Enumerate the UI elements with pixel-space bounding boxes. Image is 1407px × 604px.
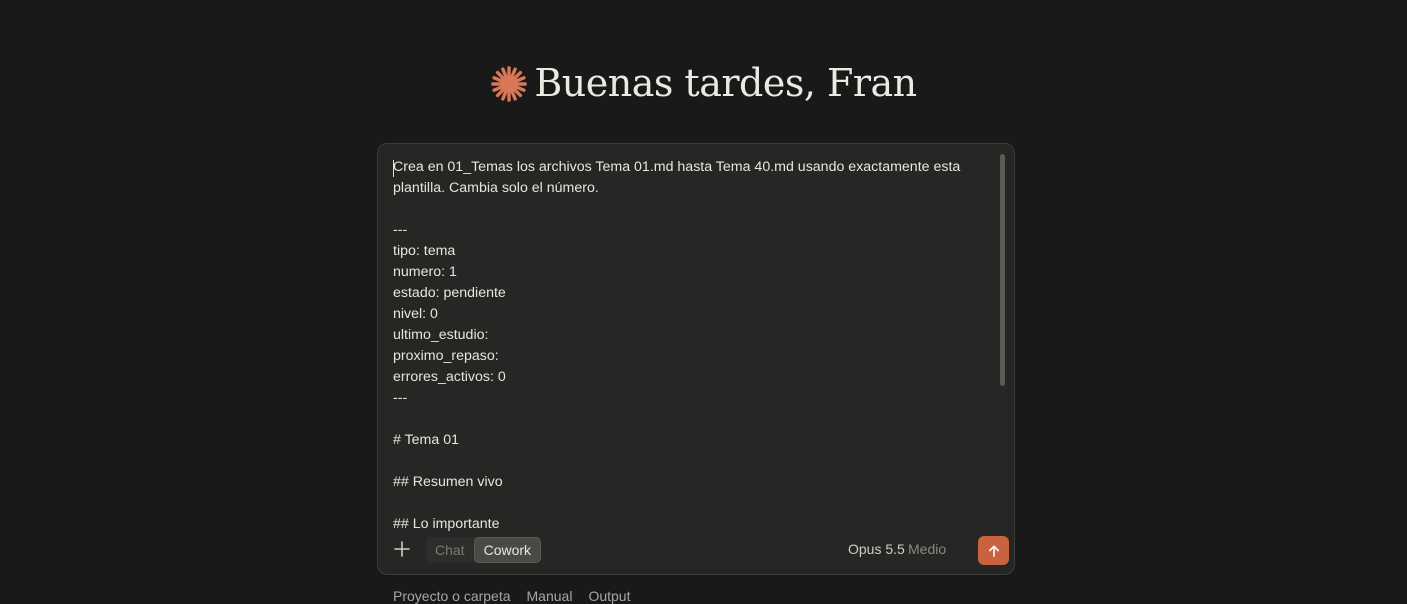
mode-chat-button[interactable]: Chat bbox=[426, 537, 474, 563]
sparkle-icon bbox=[491, 66, 528, 102]
prompt-scrollbar[interactable] bbox=[1000, 154, 1005, 386]
greeting-title: Buenas tardes, Fran bbox=[534, 61, 917, 105]
mode-cowork-button[interactable]: Cowork bbox=[473, 537, 542, 563]
composer-toolbar: Chat Cowork Opus 5.5 Medio bbox=[378, 536, 1014, 565]
greeting-header: Buenas tardes, Fran bbox=[0, 58, 1407, 108]
text-caret bbox=[393, 160, 394, 177]
effort-selector[interactable]: Medio bbox=[908, 541, 946, 557]
mode-toggle: Chat Cowork bbox=[426, 537, 542, 563]
prompt-input[interactable]: Crea en 01_Temas los archivos Tema 01.md… bbox=[393, 157, 993, 533]
arrow-up-icon bbox=[988, 544, 999, 557]
plus-icon[interactable] bbox=[392, 539, 412, 559]
model-selector[interactable]: Opus 5.5 bbox=[848, 541, 905, 557]
prompt-composer: Crea en 01_Temas los archivos Tema 01.md… bbox=[377, 143, 1015, 575]
send-button[interactable] bbox=[978, 536, 1009, 565]
